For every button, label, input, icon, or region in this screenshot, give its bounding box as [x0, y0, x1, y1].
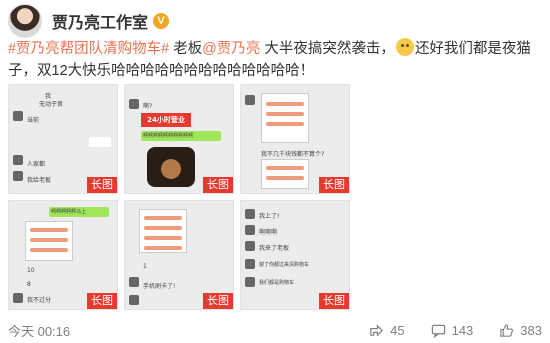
chat-avatar — [245, 95, 255, 105]
chat-text: 10 — [27, 267, 35, 274]
chat-text: 啊啊啊 — [259, 229, 278, 236]
chat-avatar — [129, 295, 139, 305]
chat-avatar — [245, 241, 255, 251]
comment-icon — [431, 324, 445, 338]
repost-count: 45 — [390, 323, 405, 338]
mention-link[interactable]: @贾乃亮 — [202, 41, 260, 57]
dog-photo — [147, 147, 195, 187]
chat-text: 啊啊啊啊啊马上 — [51, 209, 87, 215]
chat-avatar — [245, 259, 255, 269]
post-text-part: 老板 — [169, 41, 203, 57]
chat-avatar — [245, 209, 255, 219]
action-bar: 45 143 383 — [343, 323, 550, 338]
screenshot-preview — [261, 93, 309, 143]
comment-button[interactable]: 143 — [431, 323, 474, 338]
chat-avatar — [245, 225, 255, 235]
comment-count: 143 — [451, 323, 474, 338]
long-image-badge: 长图 — [319, 177, 349, 193]
long-image-badge: 长图 — [203, 293, 233, 309]
post-image[interactable]: 我不几千块钱都不算个? 长图 — [240, 84, 350, 194]
chat-text: 我来了老板 — [259, 245, 290, 252]
long-image-badge: 长图 — [203, 177, 233, 193]
long-image-badge: 长图 — [319, 293, 349, 309]
chat-text: 啊啊啊啊啊啊啊啊啊啊 — [143, 133, 194, 139]
chat-avatar — [129, 99, 139, 109]
repost-button[interactable]: 45 — [369, 323, 405, 338]
chat-text: 手机刷卡了! — [143, 283, 176, 290]
long-image-badge: 长图 — [87, 177, 117, 193]
chat-text: 谢了你都过来清购物车 — [259, 262, 310, 268]
chat-image-text: 24小时营业 — [141, 113, 191, 127]
chat-text: 人家都 — [27, 161, 46, 168]
chat-avatar — [13, 293, 23, 303]
post-footer: 今天 00:16 45 143 383 — [0, 318, 550, 343]
screenshot-preview — [261, 159, 309, 189]
chat-text: 1 — [143, 263, 147, 270]
chat-bubble — [89, 137, 111, 147]
chat-text: 我上了! — [259, 213, 280, 220]
post-header: 贾乃亮工作室 V — [8, 4, 170, 38]
v-badge-icon: V — [153, 13, 170, 29]
thumbs-up-icon — [500, 324, 514, 337]
username[interactable]: 贾乃亮工作室 — [52, 9, 148, 33]
chat-text: 啊? — [143, 103, 153, 110]
chat-text: 8 — [27, 281, 31, 288]
chat-text: 我不过分 — [27, 297, 52, 304]
like-count: 383 — [520, 323, 542, 338]
repost-icon — [370, 324, 384, 337]
chat-avatar — [129, 277, 139, 287]
post-image[interactable]: 我 无动于衷 当前 人家都 我给老板 长图 — [8, 84, 118, 194]
post-image[interactable]: 啊啊啊啊啊马上 10 8 我不过分 长图 — [8, 200, 118, 310]
post-image[interactable]: 我上了! 啊啊啊 我来了老板 谢了你都过来清购物车 我们都是购物车 长图 — [240, 200, 350, 310]
like-button[interactable]: 383 — [499, 323, 542, 338]
screenshot-preview — [139, 209, 187, 253]
chat-text: 无动于衷 — [39, 101, 64, 108]
screenshot-preview — [25, 221, 73, 261]
avatar[interactable] — [8, 4, 42, 38]
chat-text: 我们都是购物车 — [259, 280, 295, 286]
post-text-part: 大半夜搞突然袭击， — [260, 41, 395, 57]
chat-text: 我不几千块钱都不算个? — [261, 151, 325, 158]
chat-avatar — [13, 111, 23, 121]
chat-avatar — [13, 155, 23, 165]
topic-link[interactable]: #贾乃亮帮团队清购物车# — [8, 41, 169, 57]
doge-emoji-icon — [395, 38, 414, 56]
long-image-badge: 长图 — [87, 293, 117, 309]
post-timestamp[interactable]: 今天 00:16 — [8, 321, 70, 340]
chat-text: 我给老板 — [27, 177, 52, 184]
image-grid: 我 无动于衷 当前 人家都 我给老板 长图 啊? 24小时营业 啊啊啊啊啊啊啊啊… — [8, 84, 350, 310]
post-image[interactable]: 1 手机刷卡了! 长图 — [124, 200, 234, 310]
post-text: #贾乃亮帮团队清购物车# 老板@贾乃亮 大半夜搞突然袭击， 还好我们都是夜猫子，双… — [8, 38, 544, 82]
chat-avatar — [13, 171, 23, 181]
chat-text: 当前 — [27, 117, 40, 124]
chat-avatar — [245, 277, 255, 287]
post-image[interactable]: 啊? 24小时营业 啊啊啊啊啊啊啊啊啊啊 长图 — [124, 84, 234, 194]
